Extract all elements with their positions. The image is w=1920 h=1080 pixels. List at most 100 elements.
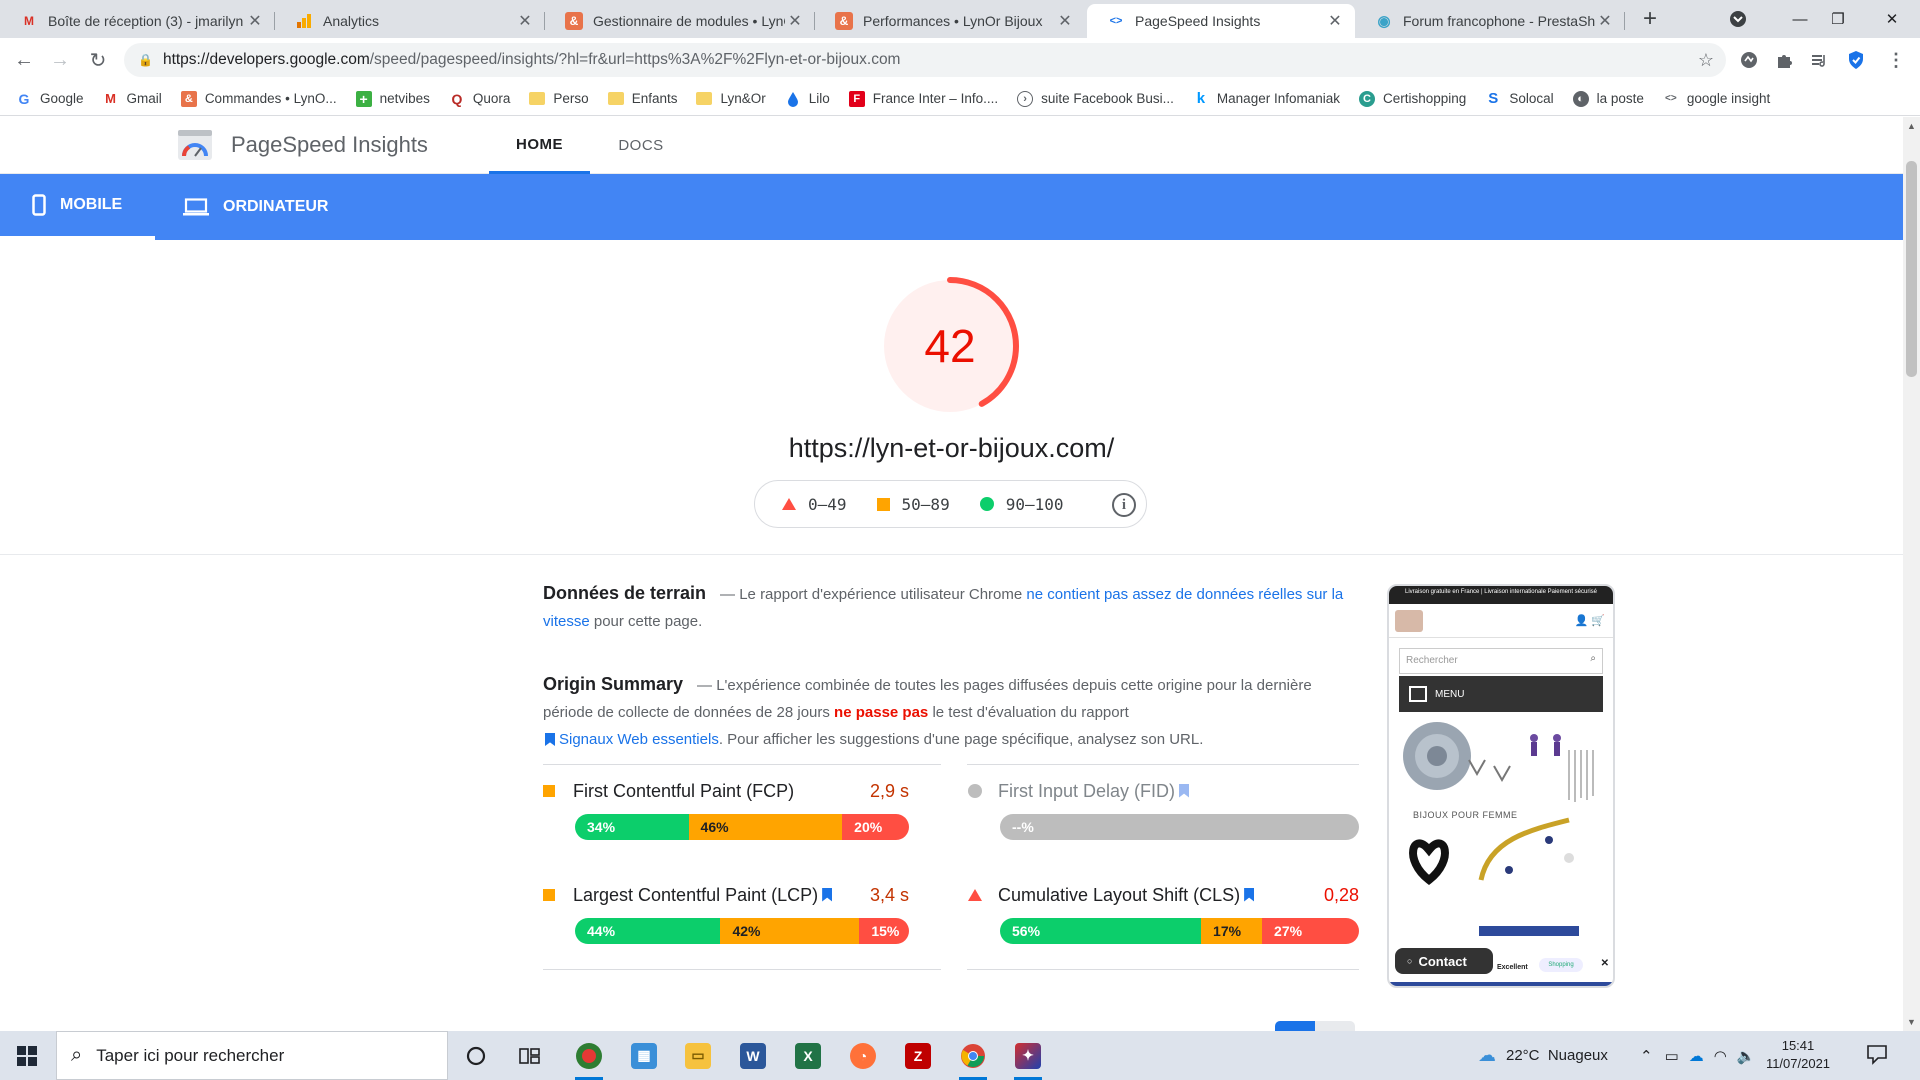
nav-docs-tab[interactable]: DOCS [603, 117, 679, 174]
cortana-icon[interactable] [456, 1038, 496, 1073]
bookmark-google-insight[interactable]: <> google insight [1663, 91, 1770, 107]
tab-pagespeed[interactable]: <> PageSpeed Insights ✕ [1087, 4, 1355, 38]
browser-toolbar: ← → ↻ 🔒 https://developers.google.com/sp… [0, 38, 1920, 82]
word-icon[interactable]: W [733, 1038, 773, 1073]
reload-button[interactable]: ↻ [84, 46, 112, 74]
forward-button[interactable]: → [46, 46, 74, 74]
field-data-heading: Données de terrain [543, 583, 707, 603]
bookmark-france-inter[interactable]: F France Inter – Info.... [848, 90, 998, 107]
wifi-icon[interactable]: ◠ [1714, 1047, 1727, 1065]
tab-desktop[interactable]: ORDINATEUR [183, 174, 328, 240]
tab-mobile[interactable]: MOBILE [0, 174, 155, 240]
bookmark-folder-lynor[interactable]: Lyn&Or [696, 91, 766, 106]
metric-name-text: First Input Delay (FID) [998, 780, 1176, 801]
bookmark-solocal[interactable]: S Solocal [1485, 90, 1553, 107]
tab-modules[interactable]: & Gestionnaire de modules • LynO ✕ [545, 4, 815, 38]
close-window-button[interactable]: ✕ [1864, 0, 1920, 38]
tab-title: Gestionnaire de modules • LynO [593, 13, 785, 29]
extensions-puzzle-icon[interactable] [1772, 48, 1796, 72]
tab-analytics[interactable]: Analytics ✕ [275, 4, 545, 38]
prestashop-icon: & [565, 12, 583, 30]
bookmark-google[interactable]: G Google [16, 91, 84, 107]
bookmark-quora[interactable]: Q Quora [449, 91, 510, 107]
metric-fid: First Input Delay (FID) --% [968, 776, 1359, 840]
metric-divider [967, 969, 1359, 970]
taskbar-app-red-circle[interactable] [569, 1038, 609, 1080]
file-explorer-icon[interactable]: ▭ [678, 1038, 718, 1073]
scrollbar-thumb[interactable] [1906, 161, 1917, 377]
weather-widget[interactable]: ☁ 22°C Nuageux [1478, 1031, 1608, 1080]
bookmark-certishopping[interactable]: C Certishopping [1359, 90, 1467, 107]
taskbar-search-box[interactable]: ⌕ Taper ici pour rechercher [56, 1031, 448, 1080]
bookmark-la-poste[interactable]: ◐ la poste [1572, 90, 1644, 107]
system-clock[interactable]: 15:41 11/07/2021 [1758, 1037, 1838, 1073]
bookmark-facebook-business[interactable]: › suite Facebook Busi... [1017, 90, 1174, 107]
bookmark-label: Certishopping [1383, 91, 1467, 106]
taskbar-app-image[interactable]: ✦ [1008, 1038, 1048, 1080]
bookmark-folder-perso[interactable]: Perso [529, 91, 589, 106]
windows-start-button[interactable] [0, 1031, 54, 1080]
extension-icon[interactable] [1737, 48, 1761, 72]
reading-list-icon[interactable] [1807, 48, 1831, 72]
chrome-icon[interactable] [953, 1038, 993, 1080]
close-icon[interactable]: ✕ [1055, 11, 1075, 31]
bookmark-netvibes[interactable]: + netvibes [355, 90, 430, 107]
menu-kebab-icon[interactable]: ⋮ [1884, 48, 1908, 72]
shield-icon[interactable] [1844, 48, 1868, 72]
chevron-up-icon[interactable]: ⌃ [1640, 1047, 1653, 1065]
task-view-icon[interactable] [510, 1038, 550, 1073]
average-segment: 17% [1201, 918, 1263, 944]
preview-shopping-badge: Shopping [1539, 958, 1583, 972]
bookmark-label: Enfants [631, 91, 678, 106]
back-button[interactable]: ← [10, 46, 38, 74]
origin-summary-text-end: . Pour afficher les suggestions d'une pa… [718, 731, 1204, 748]
average-segment: 42% [720, 918, 860, 944]
close-icon[interactable]: ✕ [785, 11, 805, 31]
nav-home-tab[interactable]: HOME [489, 117, 590, 174]
page-content: PageSpeed Insights HOME DOCS MOBILE ORDI… [0, 117, 1920, 1031]
metric-value: 0,28 [1323, 884, 1359, 905]
notification-center-icon[interactable] [1866, 1043, 1890, 1067]
distribution-bar: --% [1000, 814, 1359, 840]
address-bar[interactable]: 🔒 https://developers.google.com/speed/pa… [124, 43, 1726, 77]
bookmark-lilo[interactable]: Lilo [785, 91, 830, 107]
browser-tab-strip: M Boîte de réception (3) - jmarilyn ✕ An… [0, 0, 1920, 38]
preview-contact-label: Contact [1418, 953, 1467, 969]
tab-forum[interactable]: ◉ Forum francophone - PrestaShop ✕ [1355, 4, 1625, 38]
restore-button[interactable]: ❐ [1810, 0, 1866, 38]
bookmark-star-icon[interactable]: ☆ [1698, 50, 1714, 71]
tab-gmail[interactable]: M Boîte de réception (3) - jmarilyn ✕ [0, 4, 275, 38]
core-web-vitals-link[interactable]: Signaux Web essentiels [559, 731, 719, 748]
close-icon[interactable]: ✕ [1595, 11, 1615, 31]
url-host: https://developers.google.com [162, 51, 370, 68]
distribution-bar: 44% 42% 15% [575, 918, 909, 944]
tab-performances[interactable]: & Performances • LynOr Bijoux ✕ [815, 4, 1085, 38]
bookmark-label: google insight [1686, 91, 1771, 106]
scroll-down-icon[interactable]: ▼ [1907, 1017, 1916, 1027]
filezilla-icon[interactable]: Z [898, 1038, 938, 1073]
bookmark-infomaniak[interactable]: k Manager Infomaniak [1193, 90, 1340, 107]
taskbar-app-control-panel[interactable]: ▦ [624, 1038, 664, 1073]
partial-toggle[interactable] [1275, 1021, 1355, 1031]
distribution-bar: 34% 46% 20% [575, 814, 909, 840]
page-scrollbar[interactable]: ▲ ▼ [1903, 117, 1920, 1031]
onedrive-icon[interactable]: ☁ [1689, 1047, 1704, 1065]
excel-icon[interactable]: X [788, 1038, 828, 1073]
close-icon[interactable]: ✕ [245, 11, 265, 31]
scroll-up-icon[interactable]: ▲ [1907, 121, 1916, 131]
tab-search-button[interactable] [1710, 0, 1766, 38]
bookmark-folder-enfants[interactable]: Enfants [607, 91, 678, 106]
bookmark-commandes[interactable]: & Commandes • LynO... [180, 90, 337, 107]
new-tab-button[interactable]: + [1635, 4, 1665, 34]
tab-title: Performances • LynOr Bijoux [863, 13, 1043, 29]
bookmark-badge-icon [1244, 887, 1255, 902]
close-icon[interactable]: ✕ [1325, 11, 1345, 31]
battery-icon[interactable]: ▭ [1665, 1047, 1679, 1065]
bookmark-gmail[interactable]: M Gmail [103, 91, 162, 107]
info-icon[interactable]: i [1112, 493, 1136, 517]
volume-icon[interactable]: 🔈 [1737, 1047, 1756, 1065]
close-icon[interactable]: ✕ [515, 11, 535, 31]
metric-name: First Contentful Paint (FCP) [573, 780, 795, 801]
firefox-icon[interactable]: ◔ [843, 1038, 883, 1073]
metric-value: 3,4 s [869, 884, 909, 905]
